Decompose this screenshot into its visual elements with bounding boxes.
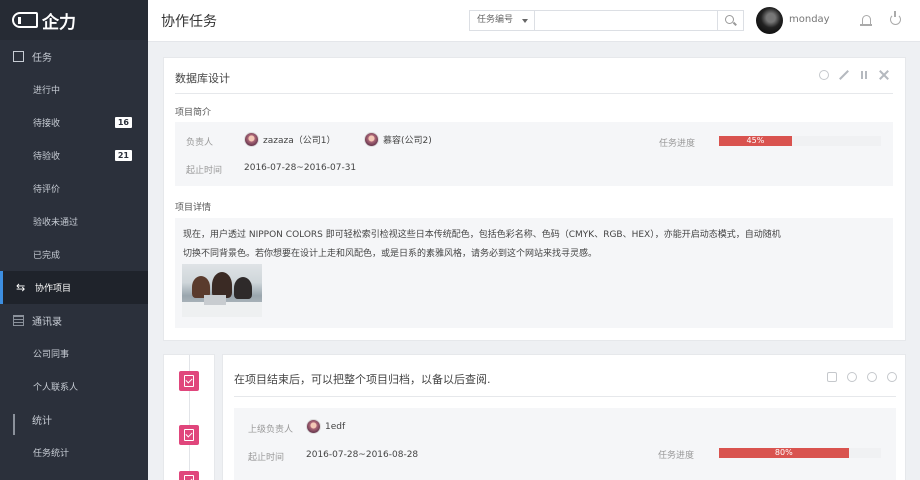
intro-box: 负责人 zazaza（公司1） 慕容(公司2) 任务进度 45% 起止时间 20… xyxy=(175,122,893,186)
search-icon xyxy=(725,15,734,24)
search-type-value: 任务编号 xyxy=(477,15,514,25)
nav-item-completed[interactable]: 已完成 xyxy=(0,238,148,271)
clipboard-check-icon xyxy=(179,471,199,480)
nav-group-label: 统计 xyxy=(32,416,52,427)
info-icon[interactable] xyxy=(819,70,829,80)
nav-item-label: 公司同事 xyxy=(33,350,70,360)
count-badge: 21 xyxy=(114,150,132,161)
owner-label: 负责人 xyxy=(186,138,214,148)
nav-item-label: 待接收 xyxy=(33,119,61,129)
nav-item-personal-contacts[interactable]: 个人联系人 xyxy=(0,370,148,403)
nav-item-label: 个人联系人 xyxy=(33,383,79,393)
owner-label: 上级负责人 xyxy=(248,425,294,435)
chart-icon[interactable] xyxy=(887,372,897,382)
project-photo[interactable] xyxy=(182,264,262,317)
avatar xyxy=(306,419,321,434)
nav-item-to-accept[interactable]: 待验收 21 xyxy=(0,139,148,172)
nav-item-label: 验收未通过 xyxy=(33,218,79,228)
detail-box: 现在，用户透过 NIPPON COLORS 即可轻松索引检视这些日本传统配色，包… xyxy=(175,218,893,328)
nav-item-to-review[interactable]: 待评价 xyxy=(0,172,148,205)
nav-item-to-receive[interactable]: 待接收 16 xyxy=(0,106,148,139)
nav-group-contacts[interactable]: 通讯录 xyxy=(0,304,148,337)
count-badge: 16 xyxy=(114,117,132,128)
owner-name: zazaza（公司1） xyxy=(263,136,336,146)
nav-item-rejected[interactable]: 验收未通过 xyxy=(0,205,148,238)
nav-item-label: 进行中 xyxy=(33,86,61,96)
power-icon[interactable] xyxy=(890,11,901,25)
page-title: 协作任务 xyxy=(161,14,217,30)
project-card: 数据库设计 项目简介 负责人 zazaza（公司1） 慕容(公司2) 任务进度 … xyxy=(163,57,906,341)
time-label: 起止时间 xyxy=(186,166,223,176)
avatar xyxy=(244,132,259,147)
logo-text: 企力 xyxy=(42,12,76,33)
timeline xyxy=(163,354,215,480)
owner-person[interactable]: zazaza（公司1） xyxy=(244,132,335,147)
pause-icon[interactable] xyxy=(859,70,869,80)
owner-name: 1edf xyxy=(325,421,346,432)
clipboard-check-icon xyxy=(179,425,199,445)
section-detail-heading: 项目详情 xyxy=(175,203,212,213)
progress-label: 任务进度 xyxy=(659,139,696,149)
project-title: 数据库设计 xyxy=(175,72,230,85)
nav-item-task-stats[interactable]: 任务统计 xyxy=(0,436,148,469)
caret-down-icon xyxy=(522,19,528,23)
nav-group-statistics[interactable]: 统计 xyxy=(0,403,148,436)
time-value: 2016-07-28~2016-07-31 xyxy=(244,163,357,173)
swap-icon: ⇆ xyxy=(16,281,26,294)
divider xyxy=(234,396,896,397)
divider xyxy=(175,93,893,94)
transfer-icon[interactable] xyxy=(827,372,837,382)
owner-person[interactable]: 1edf xyxy=(306,419,345,434)
owner-name: 慕容(公司2) xyxy=(383,136,432,146)
search-input[interactable] xyxy=(534,10,718,31)
progress-fill: 80% xyxy=(719,448,849,458)
username[interactable]: monday xyxy=(789,14,830,25)
bell-icon[interactable] xyxy=(860,15,872,26)
detail-text-line: 现在，用户透过 NIPPON COLORS 即可轻松索引检视这些日本传统配色，包… xyxy=(183,230,781,240)
project-card: 在项目结束后，可以把整个项目归档，以备以后查阅. 上级负责人 1edf 任务进度… xyxy=(222,354,906,480)
search-type-select[interactable]: 任务编号 xyxy=(469,10,534,31)
nav-group-label: 通讯录 xyxy=(32,317,62,328)
calendar-icon xyxy=(13,51,24,62)
info-icon[interactable] xyxy=(847,372,857,382)
section-intro-heading: 项目简介 xyxy=(175,108,212,118)
nav-item-label: 已完成 xyxy=(33,251,61,261)
time-label: 起止时间 xyxy=(248,453,285,463)
nav-item-label: 任务统计 xyxy=(33,449,70,459)
project-title: 在项目结束后，可以把整个项目归档，以备以后查阅. xyxy=(234,373,491,386)
card-toolbar xyxy=(827,372,897,382)
close-icon[interactable] xyxy=(879,70,889,80)
progress-fill: 45% xyxy=(719,136,792,146)
progress-bar: 80% xyxy=(719,448,881,458)
avatar xyxy=(364,132,379,147)
logo[interactable]: 企力 xyxy=(0,0,148,40)
intro-box: 上级负责人 1edf 任务进度 80% 起止时间 2016-07-28~2016… xyxy=(234,408,896,480)
logo-icon xyxy=(12,12,38,28)
progress-bar: 45% xyxy=(719,136,881,146)
owner-person[interactable]: 慕容(公司2) xyxy=(364,132,432,147)
progress-label: 任务进度 xyxy=(658,451,695,461)
edit-icon[interactable] xyxy=(839,70,849,80)
nav-item-label: 待验收 xyxy=(33,152,61,162)
nav-item-colleagues[interactable]: 公司同事 xyxy=(0,337,148,370)
top-header: 协作任务 任务编号 monday xyxy=(148,0,920,42)
nav-group-label: 任务 xyxy=(32,53,52,64)
time-value: 2016-07-28~2016-08-28 xyxy=(306,450,419,460)
search-button[interactable] xyxy=(718,10,744,31)
list-icon xyxy=(13,315,24,326)
nav-item-in-progress[interactable]: 进行中 xyxy=(0,73,148,106)
nav-group-collab-projects[interactable]: ⇆ 协作项目 xyxy=(0,271,148,304)
bar-chart-icon xyxy=(13,414,24,435)
nav-item-label: 待评价 xyxy=(33,185,61,195)
clipboard-check-icon xyxy=(179,371,199,391)
user-avatar[interactable] xyxy=(756,7,783,34)
card-toolbar xyxy=(819,70,889,80)
clock-icon[interactable] xyxy=(867,372,877,382)
sidebar: 企力 任务 进行中 待接收 16 待验收 21 待评价 验收未通过 已完成 ⇆ 协作… xyxy=(0,0,148,480)
nav-group-label: 协作项目 xyxy=(35,284,72,294)
detail-text-line: 切换不同背景色。若你想要在设计上走和风配色，或是日系的素雅风格，请务必到这个网站… xyxy=(183,249,598,259)
nav-group-tasks[interactable]: 任务 xyxy=(0,40,148,73)
